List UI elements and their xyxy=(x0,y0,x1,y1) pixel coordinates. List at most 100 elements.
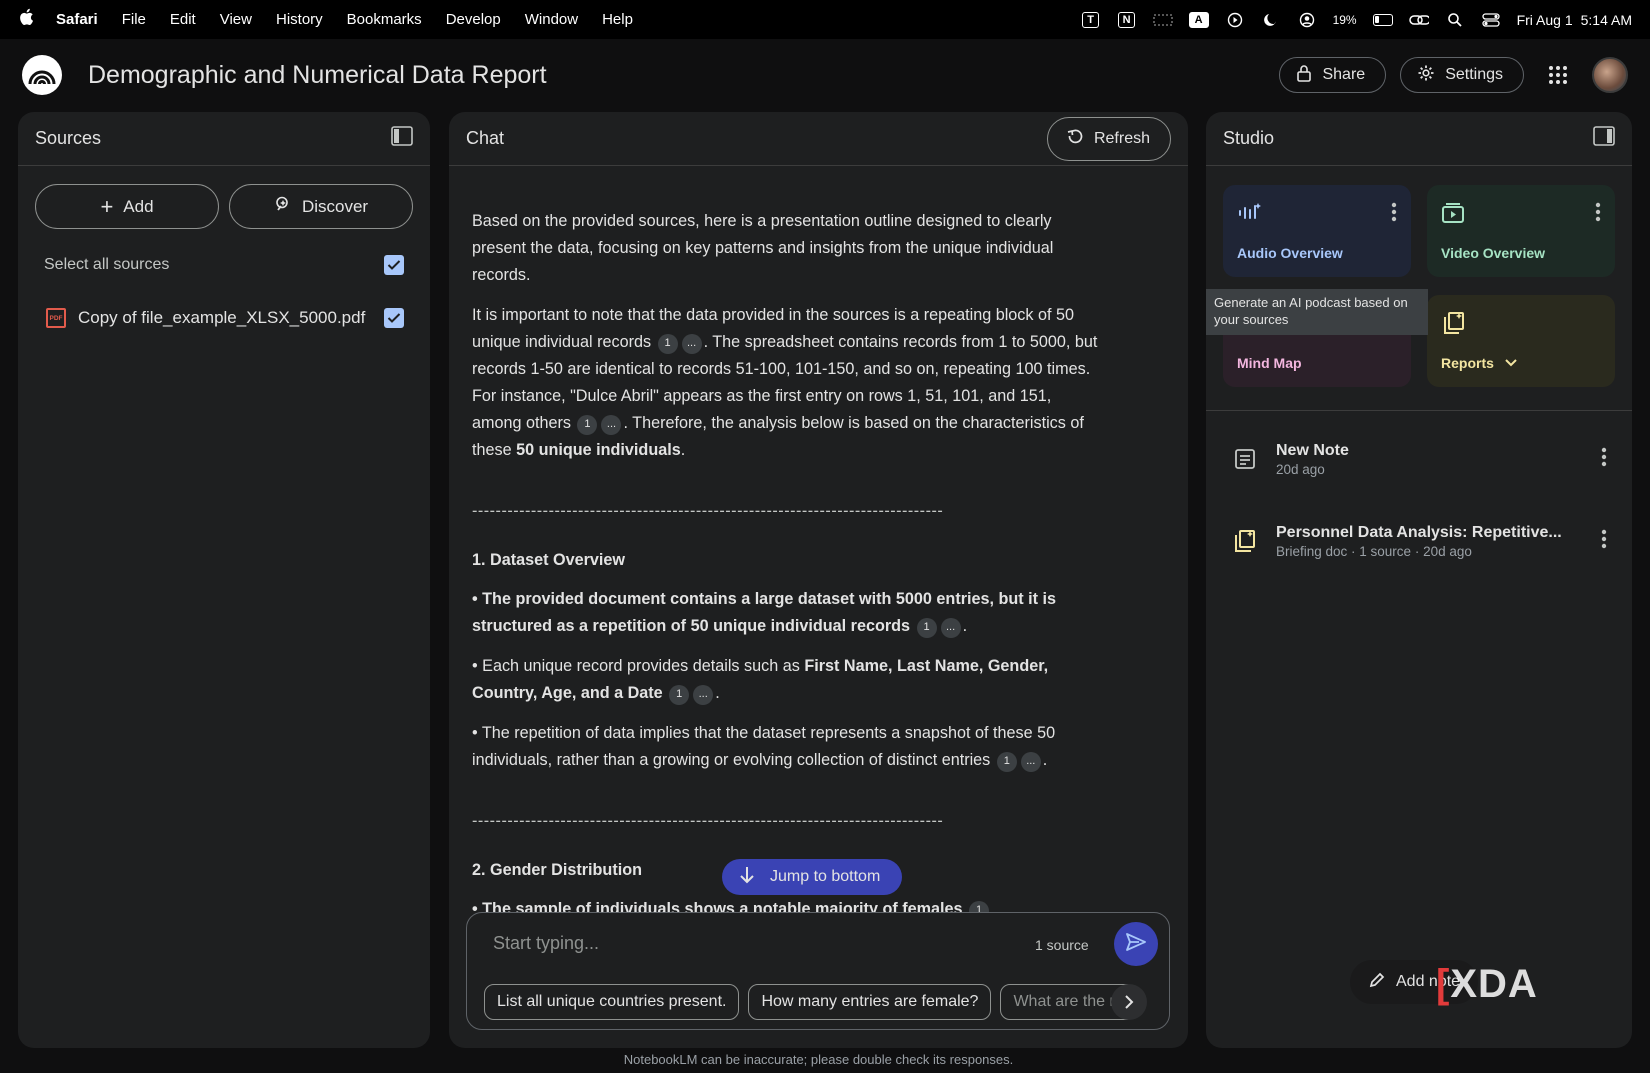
audio-overview-tile[interactable]: Audio Overview xyxy=(1223,185,1411,277)
menu-view[interactable]: View xyxy=(220,11,252,28)
citation-chip[interactable]: 1 xyxy=(996,751,1017,772)
spotlight-search-icon[interactable] xyxy=(1445,11,1465,29)
video-icon xyxy=(1441,203,1467,229)
more-vert-icon[interactable] xyxy=(1595,202,1601,227)
notebooklm-logo[interactable] xyxy=(22,55,62,95)
period: . xyxy=(1042,751,1048,769)
citation-more-chip[interactable]: ... xyxy=(1020,751,1041,772)
studio-panel: Studio Audio Overview Video Overview Min… xyxy=(1206,112,1632,1048)
control-center-icon[interactable] xyxy=(1481,11,1501,29)
menubar-time[interactable]: 5:14 AM xyxy=(1581,12,1632,28)
play-icon[interactable] xyxy=(1225,11,1245,29)
select-all-label: Select all sources xyxy=(44,256,170,273)
citation-more-chip[interactable]: ... xyxy=(601,414,622,435)
briefing-doc-icon xyxy=(1231,529,1259,553)
page-title[interactable]: Demographic and Numerical Data Report xyxy=(88,61,547,90)
sources-panel: Sources + Add Discover Select all source… xyxy=(18,112,430,1048)
n-status-icon[interactable]: N xyxy=(1117,11,1137,29)
share-button[interactable]: Share xyxy=(1279,57,1387,93)
separator-line: ----------------------------------------… xyxy=(472,502,944,520)
citation-chip[interactable]: 1 xyxy=(916,617,937,638)
battery-icon[interactable] xyxy=(1372,11,1393,29)
add-source-button[interactable]: + Add xyxy=(35,184,219,229)
chat-composer: Start typing... 1 source List all unique… xyxy=(466,912,1170,1030)
chat-message: Based on the provided sources, here is a… xyxy=(472,208,1102,918)
select-all-checkbox[interactable] xyxy=(384,255,404,275)
period: . xyxy=(962,617,968,635)
studio-header: Studio xyxy=(1206,112,1632,166)
audio-waveform-icon xyxy=(1237,203,1263,229)
section-1-heading: 1. Dataset Overview xyxy=(472,551,625,569)
note-meta: 20d ago xyxy=(1276,461,1325,477)
more-vert-icon[interactable] xyxy=(1391,202,1397,227)
moon-icon[interactable] xyxy=(1261,11,1281,29)
citation-chip[interactable]: 1 xyxy=(669,684,690,705)
tile-label: Audio Overview xyxy=(1237,245,1343,261)
t-status-icon[interactable]: T xyxy=(1081,11,1101,29)
note-bold: 50 unique individuals xyxy=(516,441,681,459)
menu-help[interactable]: Help xyxy=(602,11,633,28)
xda-watermark: [XDA xyxy=(1436,962,1538,1006)
chat-input[interactable]: Start typing... xyxy=(493,933,599,954)
citation-chip[interactable]: 1 xyxy=(577,414,598,435)
more-vert-icon[interactable] xyxy=(1601,529,1607,554)
add-label: Add xyxy=(123,196,154,216)
menu-app-name[interactable]: Safari xyxy=(56,11,98,28)
refresh-button[interactable]: Refresh xyxy=(1046,116,1171,161)
citation-chip[interactable]: 1 xyxy=(657,333,678,354)
menu-develop[interactable]: Develop xyxy=(446,11,501,28)
bullet-1: • The provided document contains a large… xyxy=(472,586,1102,640)
send-button[interactable] xyxy=(1114,922,1158,966)
video-overview-tile[interactable]: Video Overview xyxy=(1427,185,1615,277)
reports-icon xyxy=(1441,312,1467,339)
discover-button[interactable]: Discover xyxy=(229,184,413,229)
apple-icon[interactable] xyxy=(18,8,36,32)
menu-window[interactable]: Window xyxy=(525,11,578,28)
source-item[interactable]: PDF Copy of file_example_XLSX_5000.pdf xyxy=(18,291,430,345)
app-header: Demographic and Numerical Data Report Sh… xyxy=(0,39,1650,111)
refresh-label: Refresh xyxy=(1093,129,1150,147)
arrow-down-icon xyxy=(738,865,756,890)
window-status-icon[interactable] xyxy=(1152,11,1173,29)
note-item[interactable]: New Note 20d ago xyxy=(1206,430,1632,488)
suggestion-chips: List all unique countries present. How m… xyxy=(484,984,1158,1020)
suggestion-chip[interactable]: List all unique countries present. xyxy=(484,984,740,1020)
source-checkbox[interactable] xyxy=(384,308,404,328)
menu-bookmarks[interactable]: Bookmarks xyxy=(347,11,422,28)
user-status-icon[interactable] xyxy=(1297,11,1317,29)
menu-history[interactable]: History xyxy=(276,11,323,28)
more-vert-icon[interactable] xyxy=(1601,447,1607,472)
citation-more-chip[interactable]: ... xyxy=(681,333,702,354)
disclaimer: NotebookLM can be inaccurate; please dou… xyxy=(623,1052,1014,1067)
note-icon xyxy=(1231,448,1259,470)
reports-tile[interactable]: Reports xyxy=(1427,295,1615,387)
pdf-icon: PDF xyxy=(46,308,66,328)
lock-icon xyxy=(1296,64,1312,87)
note-meta: Briefing doc · 1 source · 20d ago xyxy=(1276,543,1472,559)
note-title: Personnel Data Analysis: Repetitive... xyxy=(1276,523,1562,541)
bullet-3-text: • The repetition of data implies that th… xyxy=(472,724,1056,769)
tooltip: Generate an AI podcast based on your sou… xyxy=(1206,289,1428,335)
menu-edit[interactable]: Edit xyxy=(170,11,196,28)
jump-to-bottom-button[interactable]: Jump to bottom xyxy=(722,859,903,895)
menubar-date[interactable]: Fri Aug 1 xyxy=(1517,12,1573,28)
citation-more-chip[interactable]: ... xyxy=(693,684,714,705)
avatar[interactable] xyxy=(1592,57,1628,93)
menu-file[interactable]: File xyxy=(122,11,146,28)
select-all-row[interactable]: Select all sources xyxy=(18,239,430,291)
note-item[interactable]: Personnel Data Analysis: Repetitive... B… xyxy=(1206,512,1632,570)
bullet-1-text: • The provided document contains a large… xyxy=(472,590,1057,635)
suggestion-chip[interactable]: How many entries are female? xyxy=(748,984,992,1020)
citation-more-chip[interactable]: ... xyxy=(940,617,961,638)
settings-button[interactable]: Settings xyxy=(1400,57,1524,93)
link-icon[interactable] xyxy=(1408,11,1429,29)
a-status-icon[interactable]: A xyxy=(1188,11,1209,29)
sources-header: Sources xyxy=(18,112,430,166)
divider xyxy=(1206,410,1632,411)
collapse-panel-icon[interactable] xyxy=(1593,126,1615,151)
apps-grid-icon[interactable] xyxy=(1538,55,1578,95)
collapse-panel-icon[interactable] xyxy=(391,126,413,151)
bullet-2-text: • Each unique record provides details su… xyxy=(472,657,805,675)
chevron-right-icon[interactable] xyxy=(1111,984,1147,1020)
studio-title: Studio xyxy=(1223,128,1275,148)
